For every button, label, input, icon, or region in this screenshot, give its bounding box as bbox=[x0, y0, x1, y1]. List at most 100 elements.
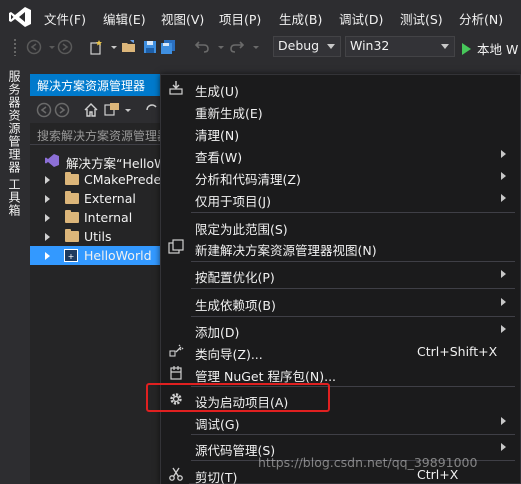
menu-separator bbox=[191, 434, 515, 435]
dropdown-arrow-icon[interactable] bbox=[213, 39, 229, 55]
chevron-down-icon bbox=[327, 44, 335, 49]
platform-value: Win32 bbox=[350, 38, 390, 53]
sync-icon[interactable] bbox=[144, 102, 160, 118]
side-tool-tabs: 服务器资源管理器 工具箱 bbox=[0, 60, 30, 484]
menu-separator bbox=[191, 316, 515, 317]
submenu-arrow-icon bbox=[501, 150, 506, 158]
expand-arrow-icon[interactable] bbox=[45, 195, 50, 203]
forward-icon[interactable] bbox=[54, 102, 70, 118]
menu-item-analyze[interactable]: 分析和代码清理(Z) bbox=[162, 165, 520, 187]
folder-icon bbox=[65, 210, 79, 223]
switch-views-icon[interactable] bbox=[104, 102, 120, 118]
open-folder-icon[interactable] bbox=[121, 39, 137, 55]
menu-item-build-dependencies[interactable]: 生成依赖项(B) bbox=[162, 291, 520, 313]
menu-item-label: 仅用于项目(J) bbox=[195, 194, 271, 209]
folder-icon bbox=[65, 191, 79, 204]
platform-select[interactable]: Win32 bbox=[345, 36, 455, 57]
submenu-arrow-icon bbox=[501, 443, 506, 451]
menu-item-new-view[interactable]: 新建解决方案资源管理器视图(N) bbox=[162, 236, 520, 258]
menu-view[interactable]: 视图(V) bbox=[161, 9, 204, 28]
class-wizard-icon bbox=[169, 344, 184, 357]
nuget-icon bbox=[170, 366, 182, 380]
menu-file[interactable]: 文件(F) bbox=[44, 9, 86, 28]
menu-item-label: 类向导(Z)... bbox=[195, 347, 263, 362]
menu-item-manage-nuget[interactable]: 管理 NuGet 程序包(N)... bbox=[162, 362, 520, 384]
menu-item-label: 剪切(T) bbox=[195, 470, 238, 484]
menu-item-label: 调试(G) bbox=[195, 417, 240, 432]
menu-build[interactable]: 生成(B) bbox=[279, 9, 322, 28]
shortcut-label: Ctrl+Shift+X bbox=[417, 344, 498, 359]
menu-separator bbox=[191, 288, 515, 289]
menu-item-label: 添加(D) bbox=[195, 325, 240, 340]
annotation-highlight-box bbox=[146, 383, 330, 412]
dropdown-arrow-icon[interactable] bbox=[120, 102, 136, 118]
menu-separator bbox=[191, 261, 515, 262]
tree-item-label: Internal bbox=[84, 210, 133, 225]
configuration-select[interactable]: Debug bbox=[273, 36, 341, 57]
tree-item-label: HelloWorld bbox=[84, 248, 152, 263]
new-project-icon[interactable] bbox=[88, 39, 104, 55]
menu-item-label: 新建解决方案资源管理器视图(N) bbox=[195, 243, 377, 258]
menu-item-add[interactable]: 添加(D) bbox=[162, 318, 520, 340]
tab-toolbox[interactable]: 工具箱 bbox=[7, 178, 23, 217]
configuration-value: Debug bbox=[278, 38, 320, 53]
watermark-text: https://blog.csdn.net/qq_39891000 bbox=[258, 455, 478, 470]
home-icon[interactable] bbox=[83, 102, 99, 118]
new-view-icon bbox=[168, 239, 184, 254]
start-debug-label: 本地 W bbox=[477, 42, 519, 57]
menu-item-pgo[interactable]: 按配置优化(P) bbox=[162, 263, 520, 285]
submenu-arrow-icon bbox=[501, 270, 506, 278]
menu-debug[interactable]: 调试(D) bbox=[339, 9, 383, 28]
start-debug-button[interactable]: 本地 W bbox=[462, 39, 518, 58]
expand-arrow-icon[interactable] bbox=[45, 176, 50, 184]
redo-icon[interactable] bbox=[229, 39, 245, 55]
expand-arrow-icon[interactable] bbox=[45, 252, 50, 260]
solution-icon bbox=[45, 154, 59, 167]
back-icon[interactable] bbox=[36, 102, 52, 118]
undo-icon[interactable] bbox=[194, 39, 210, 55]
menu-item-scope-to-this[interactable]: 限定为此范围(S) bbox=[162, 215, 520, 237]
expand-arrow-icon[interactable] bbox=[45, 233, 50, 241]
menu-separator bbox=[191, 212, 515, 213]
menu-item-label: 查看(W) bbox=[195, 150, 243, 165]
submenu-arrow-icon bbox=[501, 298, 506, 306]
visual-studio-logo-icon[interactable] bbox=[8, 6, 32, 28]
build-icon bbox=[169, 81, 183, 95]
menu-item-label: 生成依赖项(B) bbox=[195, 298, 276, 313]
menu-item-label: 生成(U) bbox=[195, 84, 239, 99]
submenu-arrow-icon bbox=[501, 417, 506, 425]
menu-item-class-wizard[interactable]: 类向导(Z)... Ctrl+Shift+X bbox=[162, 340, 520, 362]
menu-item-debug[interactable]: 调试(G) bbox=[162, 410, 520, 432]
menu-item-label: 重新生成(E) bbox=[195, 106, 263, 121]
submenu-arrow-icon bbox=[501, 325, 506, 333]
save-icon[interactable] bbox=[142, 39, 158, 55]
dropdown-arrow-icon[interactable] bbox=[248, 39, 264, 55]
menu-item-view[interactable]: 查看(W) bbox=[162, 143, 520, 165]
submenu-arrow-icon bbox=[501, 172, 506, 180]
context-menu: 生成(U) 重新生成(E) 清理(N) 查看(W) 分析和代码清理(Z) 仅用于… bbox=[160, 74, 521, 484]
folder-icon bbox=[65, 172, 79, 185]
back-icon[interactable] bbox=[26, 39, 42, 55]
menu-test[interactable]: 测试(S) bbox=[400, 9, 443, 28]
menu-item-label: 清理(N) bbox=[195, 128, 240, 143]
folder-icon bbox=[65, 229, 79, 242]
expand-arrow-icon[interactable] bbox=[45, 214, 50, 222]
tree-item-label: CMakePrede bbox=[84, 172, 162, 187]
svg-text:+: + bbox=[68, 252, 75, 261]
toolbar-grip[interactable] bbox=[13, 38, 17, 56]
menu-edit[interactable]: 编辑(E) bbox=[103, 9, 146, 28]
menu-item-clean[interactable]: 清理(N) bbox=[162, 121, 520, 143]
menu-project[interactable]: 项目(P) bbox=[219, 9, 261, 28]
menu-item-project-only[interactable]: 仅用于项目(J) bbox=[162, 187, 520, 209]
menu-bar: 文件(F) 编辑(E) 视图(V) 项目(P) 生成(B) 调试(D) 测试(S… bbox=[0, 0, 521, 34]
menu-analyze[interactable]: 分析(N) bbox=[459, 9, 503, 28]
tree-item-label: Utils bbox=[84, 229, 112, 244]
forward-icon[interactable] bbox=[57, 39, 73, 55]
cpp-project-icon: + bbox=[64, 249, 78, 262]
tab-server-explorer[interactable]: 服务器资源管理器 bbox=[7, 70, 23, 174]
save-all-icon[interactable] bbox=[160, 39, 176, 55]
play-icon bbox=[462, 43, 471, 55]
dropdown-arrow-icon[interactable] bbox=[106, 39, 122, 55]
menu-item-build[interactable]: 生成(U) bbox=[162, 77, 520, 99]
menu-item-rebuild[interactable]: 重新生成(E) bbox=[162, 99, 520, 121]
